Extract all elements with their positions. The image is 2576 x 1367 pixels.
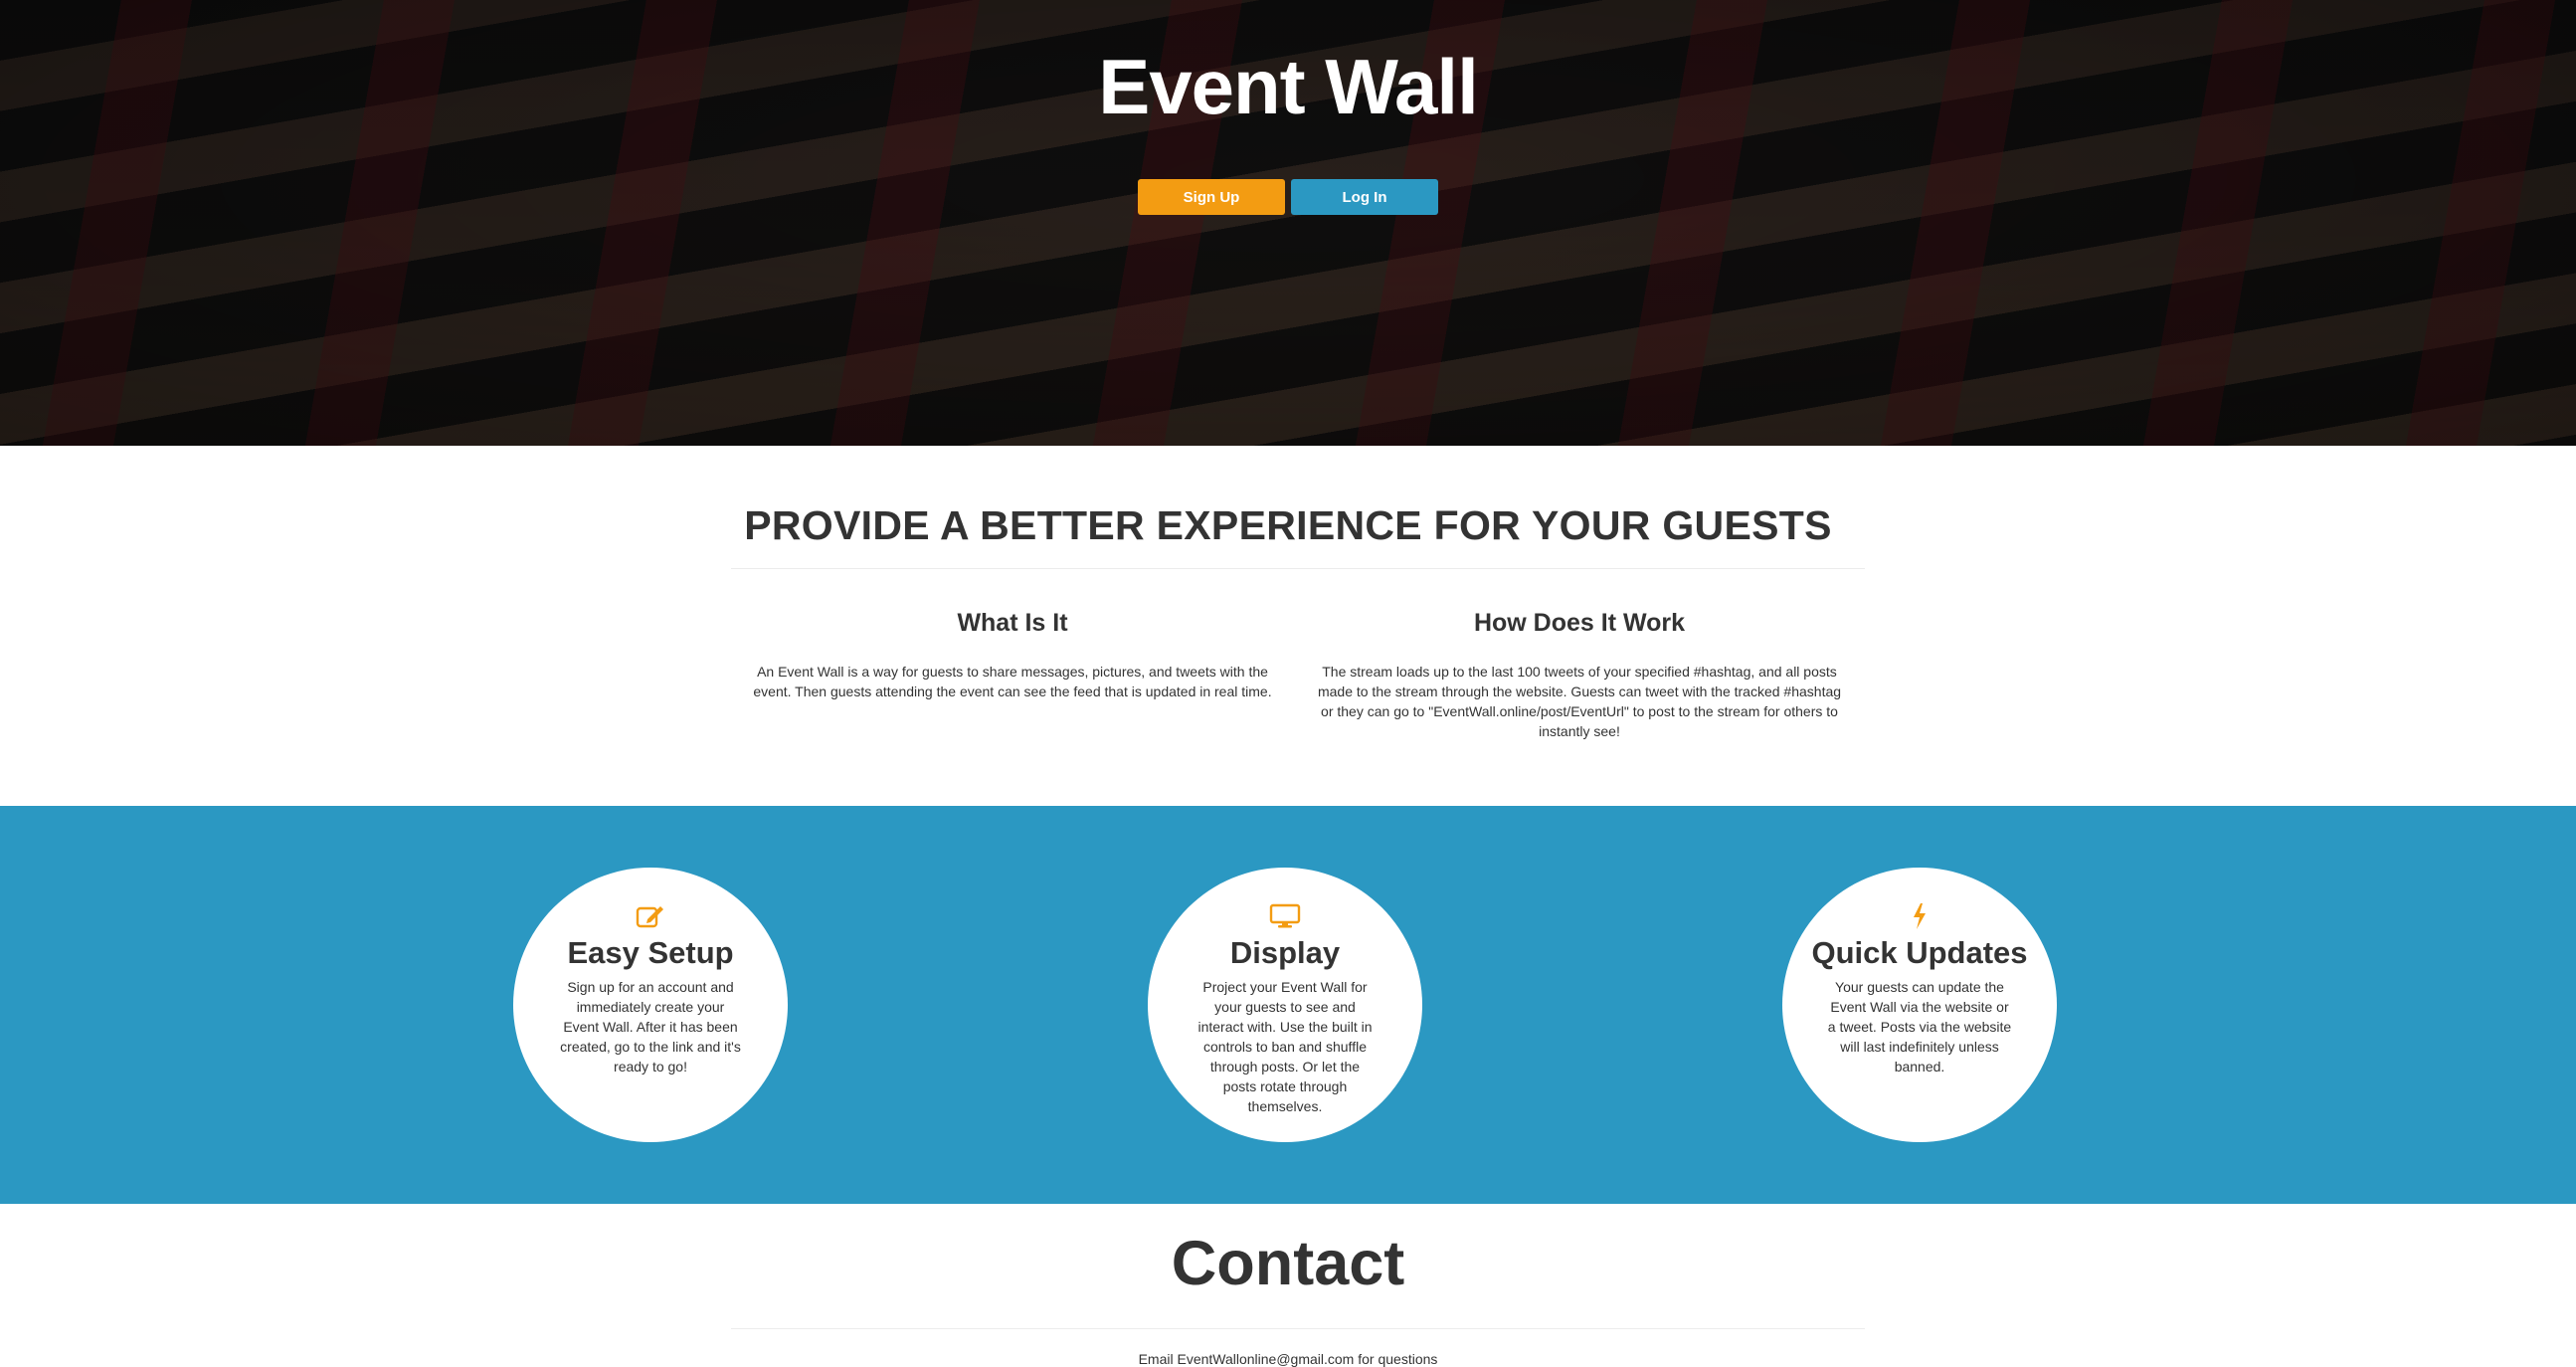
feature-body: Sign up for an account and immediately c…	[560, 979, 741, 1074]
lightning-icon	[1782, 901, 2057, 931]
feature-title: Quick Updates	[1811, 935, 2028, 970]
hero-buttons: Sign Up Log In	[0, 179, 2576, 215]
what-is-it-title: What Is It	[957, 609, 1068, 637]
how-it-works-title: How Does It Work	[1473, 609, 1686, 637]
how-it-works-body: The stream loads up to the last 100 twee…	[1317, 664, 1842, 739]
what-is-it-body: An Event Wall is a way for guests to sha…	[753, 664, 1272, 699]
hero-title: Event Wall	[1098, 43, 1479, 130]
contact-email-line: Email EventWallonline@gmail.com for ques…	[1138, 1351, 1438, 1367]
how-it-works-section: How Does It Work The stream loads up to …	[1311, 609, 1848, 741]
features-band: Easy Setup Sign up for an account and im…	[0, 806, 2576, 1204]
monitor-icon	[1148, 901, 1422, 931]
feature-title: Display	[1229, 935, 1341, 970]
log-in-button[interactable]: Log In	[1291, 179, 1438, 215]
sign-up-button[interactable]: Sign Up	[1138, 179, 1285, 215]
feature-easy-setup: Easy Setup Sign up for an account and im…	[513, 868, 788, 1142]
intro-heading: PROVIDE A BETTER EXPERIENCE FOR YOUR GUE…	[744, 502, 1832, 548]
feature-title: Easy Setup	[567, 935, 734, 970]
feature-body: Your guests can update the Event Wall vi…	[1827, 979, 2012, 1074]
hero-banner: Event Wall Sign Up Log In	[0, 0, 2576, 446]
feature-body: Project your Event Wall for your guests …	[1197, 979, 1373, 1114]
intro-divider	[731, 568, 1865, 569]
what-is-it-section: What Is It An Event Wall is a way for gu…	[744, 609, 1281, 701]
feature-display: Display Project your Event Wall for your…	[1148, 868, 1422, 1142]
contact-divider	[731, 1328, 1865, 1329]
contact-title: Contact	[1171, 1229, 1405, 1298]
edit-icon	[513, 901, 788, 931]
feature-quick-updates: Quick Updates Your guests can update the…	[1782, 868, 2057, 1142]
